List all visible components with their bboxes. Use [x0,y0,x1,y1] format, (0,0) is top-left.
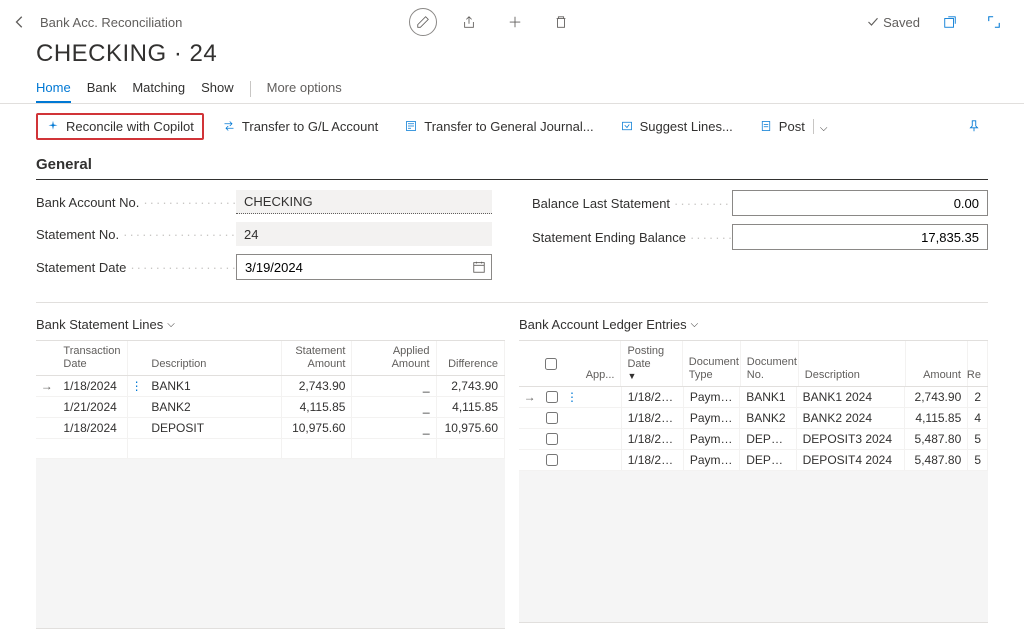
reconcile-copilot-button[interactable]: Reconcile with Copilot [36,113,204,140]
bank-account-no-label: Bank Account No. [36,195,236,210]
row-arrow-icon [36,397,57,417]
delete-icon[interactable] [547,8,575,36]
sparkle-icon [46,119,60,133]
row-selector-header [36,341,57,375]
row-arrow-icon [519,408,540,428]
col-difference[interactable]: Difference [437,341,505,375]
col-doc-type[interactable]: Document Type [683,341,741,386]
statement-ending-input[interactable] [732,224,988,250]
row-checkbox[interactable] [540,408,563,428]
breadcrumb: Bank Acc. Reconciliation [40,15,182,30]
table-row[interactable]: 1/18/2024 Payment BANK2 BANK2 2024 4,115… [519,408,988,429]
row-selector-header [519,341,540,386]
statement-no-label: Statement No. [36,227,236,242]
table-row[interactable]: 1/18/2024 DEPOSIT 10,975.60 _ 10,975.60 [36,418,505,439]
tab-more-options[interactable]: More options [267,74,342,103]
tab-home[interactable]: Home [36,74,71,103]
row-menu-icon[interactable] [563,450,580,470]
pin-icon[interactable] [960,112,988,140]
row-menu-icon[interactable] [128,418,146,438]
statement-no-value: 24 [236,222,492,246]
transfer-journal-button[interactable]: Transfer to General Journal... [396,114,601,139]
empty-row[interactable] [36,439,505,459]
col-amount[interactable]: Amount [906,341,968,386]
suggest-icon [620,119,634,133]
col-app[interactable]: App... [580,341,622,386]
post-dropdown[interactable]: ⌵ [813,119,828,134]
row-checkbox[interactable] [540,429,563,449]
col-checkbox-header[interactable] [540,341,563,386]
col-menu-header [563,341,580,386]
tab-divider [250,81,251,97]
table-row[interactable]: 1/18/2024 Payment DEPOSIT4 DEPOSIT4 2024… [519,450,988,471]
col-transaction-date[interactable]: Transaction Date [57,341,127,375]
row-menu-icon[interactable] [563,408,580,428]
suggest-lines-button[interactable]: Suggest Lines... [612,114,741,139]
ledger-entries-title[interactable]: Bank Account Ledger Entries ⌵ [519,313,988,340]
row-menu-icon[interactable]: ⋮ [128,376,146,396]
table-row[interactable]: 1/18/2024 Payment DEPOSIT3 DEPOSIT3 2024… [519,429,988,450]
statement-ending-label: Statement Ending Balance [532,230,732,245]
post-icon [759,119,773,133]
row-arrow-icon [36,418,57,438]
col-re[interactable]: Re [968,341,988,386]
tab-bank[interactable]: Bank [87,74,117,103]
back-button[interactable] [8,10,32,34]
row-menu-icon[interactable]: ⋮ [563,387,580,407]
row-checkbox[interactable] [540,450,563,470]
new-icon[interactable] [501,8,529,36]
bank-statement-grid: Transaction Date Description Statement A… [36,340,505,629]
row-menu-icon[interactable] [563,429,580,449]
table-row[interactable]: → ⋮ 1/18/2024 Payment BANK1 BANK1 2024 2… [519,387,988,408]
row-menu-icon[interactable] [128,397,146,417]
row-arrow-icon: → [519,387,540,407]
journal-icon [404,119,418,133]
transfer-gl-button[interactable]: Transfer to G/L Account [214,114,386,139]
col-applied-amount[interactable]: Applied Amount [352,341,436,375]
edit-icon[interactable] [409,8,437,36]
bank-account-no-value[interactable]: CHECKING [236,190,492,214]
open-new-window-icon[interactable] [936,8,964,36]
col-posting-date[interactable]: Posting Date▼ [621,341,682,386]
col-menu-header [128,341,146,375]
balance-last-input[interactable] [732,190,988,216]
row-arrow-icon: → [36,376,57,396]
row-arrow-icon [519,429,540,449]
tab-matching[interactable]: Matching [132,74,185,103]
table-row[interactable]: 1/21/2024 BANK2 4,115.85 _ 4,115.85 [36,397,505,418]
ledger-entries-grid: App... Posting Date▼ Document Type Docum… [519,340,988,623]
transfer-icon [222,119,236,133]
tab-show[interactable]: Show [201,74,234,103]
row-arrow-icon [519,450,540,470]
col-statement-amount[interactable]: Statement Amount [282,341,352,375]
table-row[interactable]: → 1/18/2024 ⋮ BANK1 2,743.90 _ 2,743.90 [36,376,505,397]
general-section-header: General [36,148,988,180]
page-title: CHECKING · 24 [36,40,988,68]
col-doc-no[interactable]: Document No. [741,341,799,386]
balance-last-label: Balance Last Statement [532,196,732,211]
col-description2[interactable]: Description [799,341,906,386]
expand-icon[interactable] [980,8,1008,36]
bank-statement-lines-title[interactable]: Bank Statement Lines ⌵ [36,313,505,340]
saved-indicator: Saved [867,15,920,30]
row-checkbox[interactable] [540,387,563,407]
col-description[interactable]: Description [145,341,282,375]
statement-date-label: Statement Date [36,260,236,275]
statement-date-input[interactable] [236,254,492,280]
share-icon[interactable] [455,8,483,36]
post-button[interactable]: Post ⌵ [751,114,836,139]
